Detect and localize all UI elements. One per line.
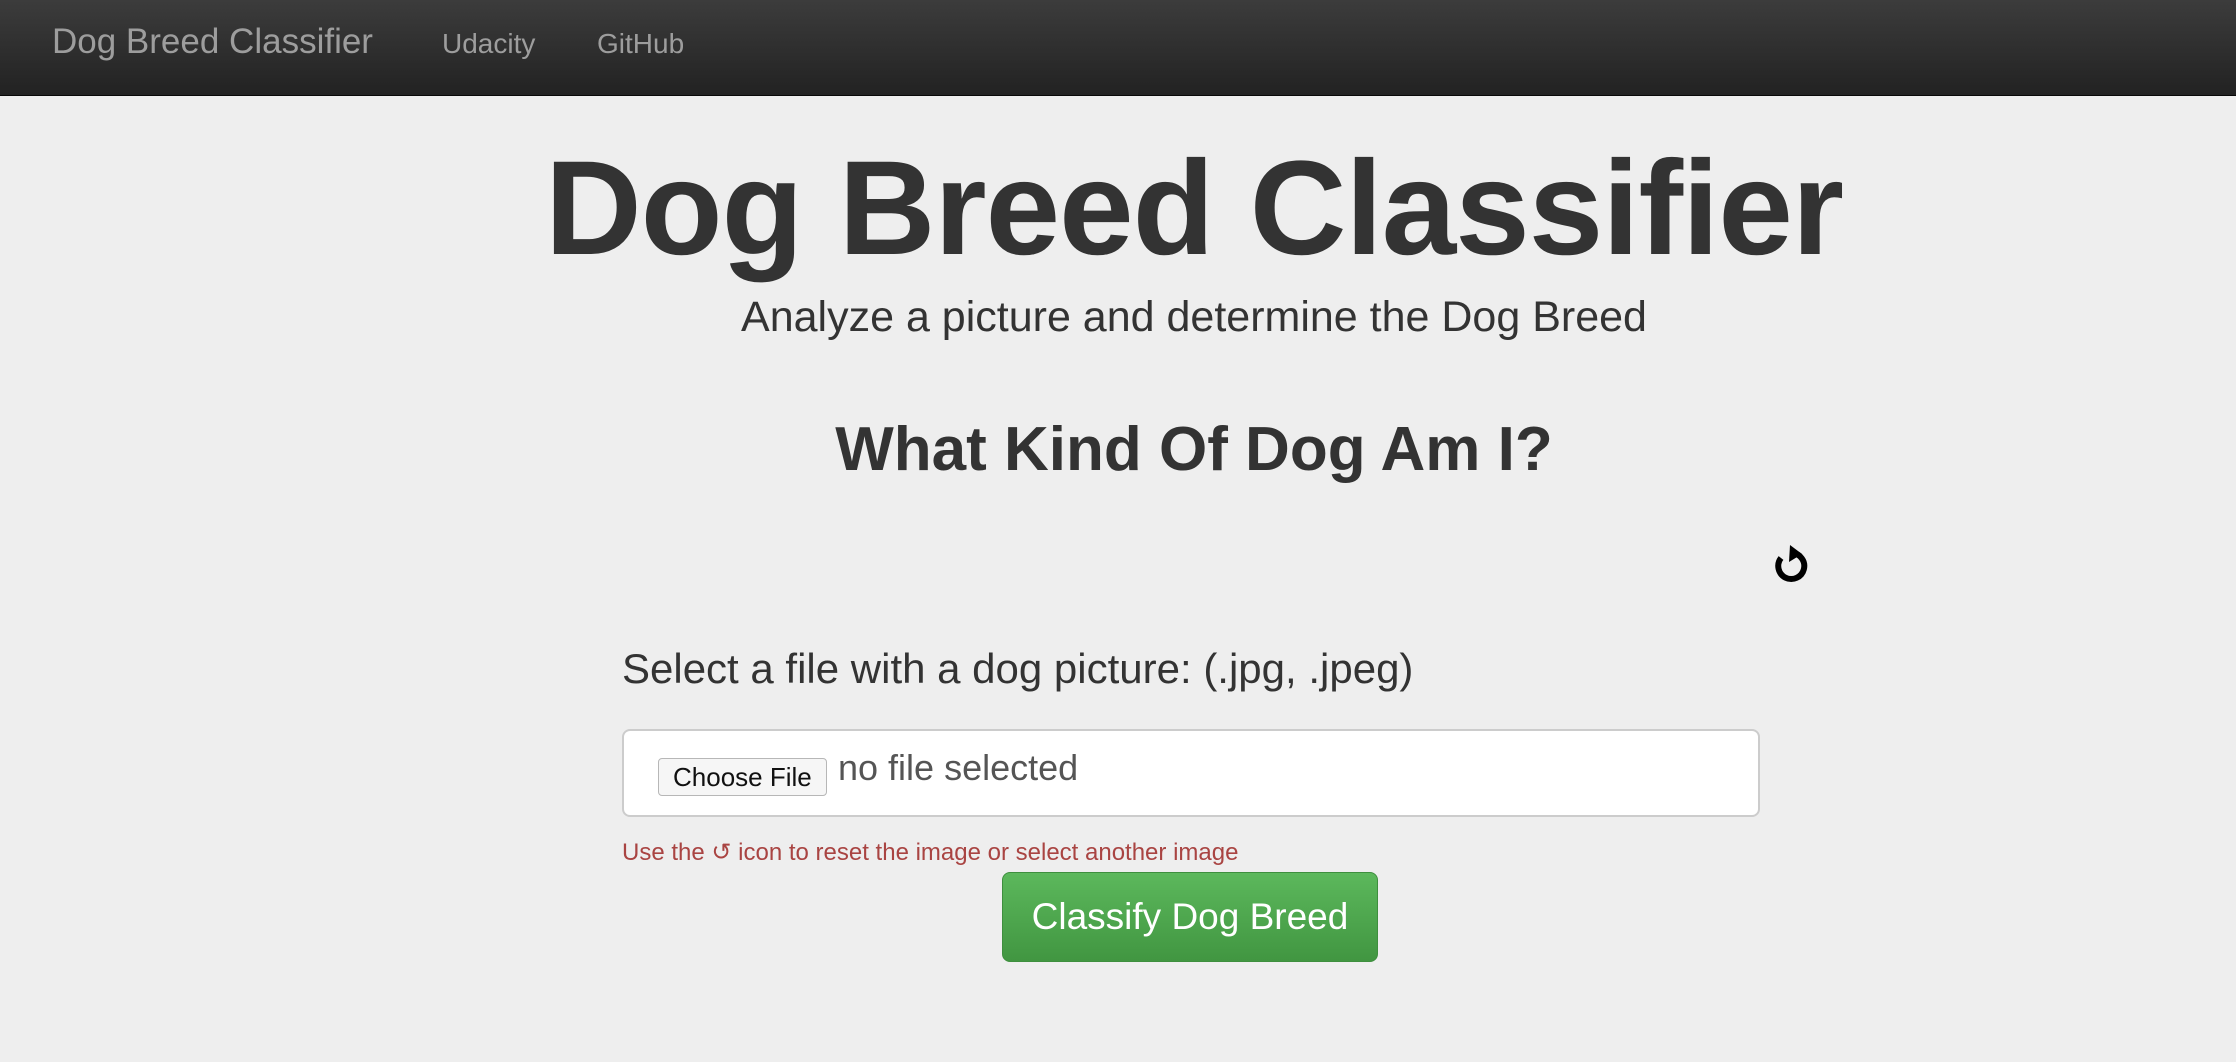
navbar: Dog Breed Classifier Udacity GitHub — [0, 0, 2236, 96]
page-title: Dog Breed Classifier — [544, 134, 1844, 283]
file-status-text: no file selected — [838, 747, 1079, 788]
page-subtitle: Analyze a picture and determine the Dog … — [741, 293, 1647, 341]
file-input[interactable]: Choose File no file selected — [622, 729, 1760, 817]
file-select-label: Select a file with a dog picture: (.jpg,… — [622, 645, 1414, 692]
question-heading: What Kind Of Dog Am I? — [835, 415, 1553, 484]
help-text: Use the ↺ icon to reset the image or sel… — [622, 839, 1239, 866]
reset-icon[interactable] — [1771, 545, 1813, 587]
navbar-brand[interactable]: Dog Breed Classifier — [52, 22, 373, 62]
nav-link-github[interactable]: GitHub — [597, 28, 684, 60]
nav-link-udacity[interactable]: Udacity — [442, 28, 535, 60]
choose-file-button[interactable]: Choose File — [658, 758, 827, 796]
classify-button[interactable]: Classify Dog Breed — [1002, 872, 1378, 962]
